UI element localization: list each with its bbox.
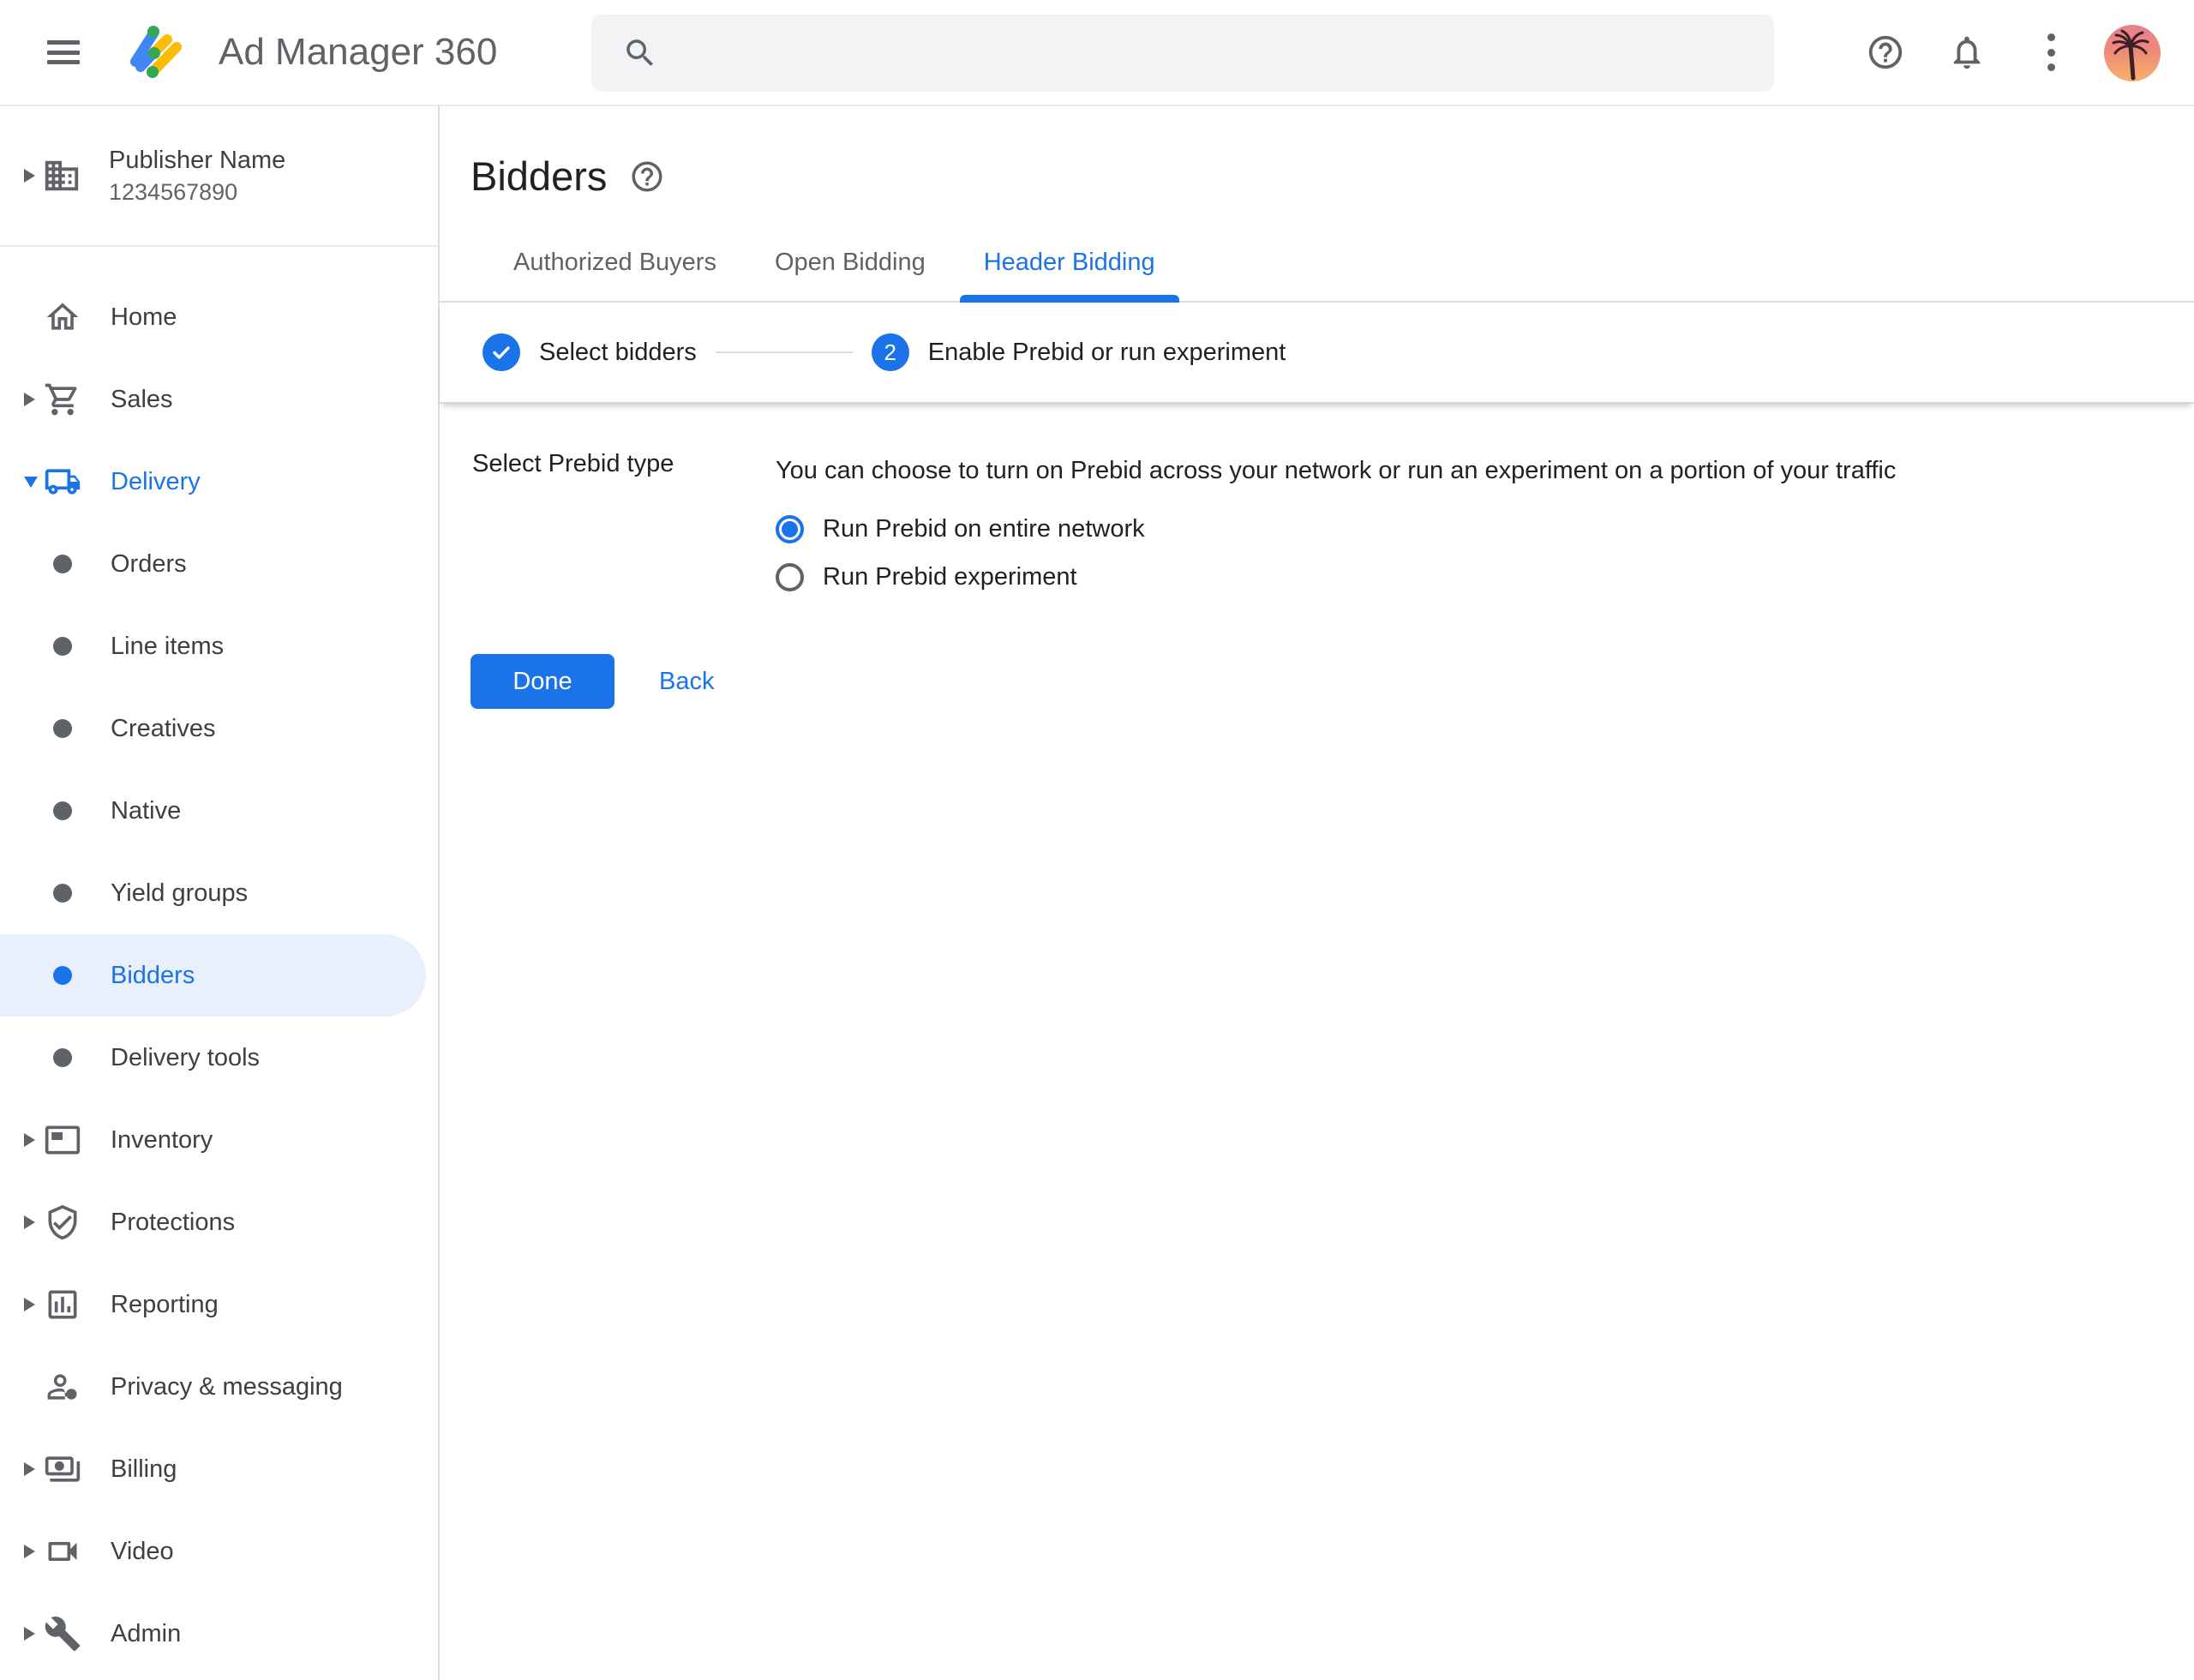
global-search-bar[interactable] [591, 15, 1774, 92]
step-1-completed-circle[interactable] [483, 333, 520, 371]
ad-manager-logo-icon [123, 17, 193, 87]
sidebar-item-orders[interactable]: Orders [0, 523, 438, 605]
publisher-name: Publisher Name [109, 147, 285, 175]
stepper: Select bidders 2 Enable Prebid or run ex… [440, 303, 2194, 404]
done-button[interactable]: Done [471, 654, 614, 709]
radio-selected-icon[interactable] [776, 515, 804, 543]
payments-icon [42, 1449, 83, 1490]
caret-right-icon [24, 1133, 35, 1147]
caret-right-icon [24, 1462, 35, 1476]
caret-right-icon [24, 1627, 35, 1641]
app-title: Ad Manager 360 [219, 31, 497, 74]
building-icon [42, 156, 81, 195]
sidebar-item-creatives[interactable]: Creatives [0, 687, 438, 770]
caret-right-icon [24, 1215, 35, 1229]
video-camera-icon [42, 1531, 83, 1572]
prebid-description: You can choose to turn on Prebid across … [776, 443, 1896, 491]
select-prebid-type-label: Select Prebid type [472, 443, 776, 601]
sidebar-item-yield-groups[interactable]: Yield groups [0, 852, 438, 934]
caret-right-icon [24, 169, 35, 183]
bullet-icon [42, 790, 83, 831]
top-app-bar: Ad Manager 360 [0, 0, 2194, 106]
truck-icon [42, 461, 83, 502]
person-shield-icon [42, 1366, 83, 1407]
bullet-icon [42, 626, 83, 667]
sidebar-item-bidders[interactable]: Bidders [0, 934, 426, 1017]
caret-right-icon [24, 393, 35, 406]
sidebar-item-delivery-tools[interactable]: Delivery tools [0, 1017, 438, 1099]
more-options-button[interactable] [2047, 33, 2055, 71]
help-button[interactable] [1866, 33, 1905, 72]
radio-run-prebid-entire-network[interactable]: Run Prebid on entire network [776, 505, 1896, 553]
web-asset-icon [42, 1119, 83, 1161]
sidebar-menu: Home Sales Delivery Orders Line items [0, 247, 438, 1675]
sidebar-item-sales[interactable]: Sales [0, 358, 438, 441]
bullet-icon [42, 955, 83, 996]
caret-right-icon [24, 1545, 35, 1558]
prebid-type-radio-group: Run Prebid on entire network Run Prebid … [776, 505, 1896, 601]
tab-open-bidding[interactable]: Open Bidding [746, 224, 955, 301]
step-1-label: Select bidders [539, 339, 697, 367]
tab-header-bidding[interactable]: Header Bidding [955, 224, 1184, 301]
sidebar-item-native[interactable]: Native [0, 770, 438, 852]
tab-authorized-buyers[interactable]: Authorized Buyers [484, 224, 746, 301]
check-icon [489, 340, 513, 364]
page-title: Bidders [471, 153, 607, 200]
wrench-icon [42, 1613, 83, 1654]
caret-right-icon [24, 1298, 35, 1311]
sidebar-item-reporting[interactable]: Reporting [0, 1263, 438, 1346]
bell-icon [1947, 33, 1987, 72]
caret-down-icon [24, 477, 38, 488]
bar-chart-icon [42, 1284, 83, 1325]
sidebar-item-admin[interactable]: Admin [0, 1593, 438, 1675]
step-connector [716, 351, 853, 353]
help-icon [1866, 33, 1905, 72]
sidebar-item-privacy-messaging[interactable]: Privacy & messaging [0, 1346, 438, 1428]
step-2-circle[interactable]: 2 [872, 333, 909, 371]
palm-tree-avatar-image [2104, 25, 2161, 81]
page-help-button[interactable] [629, 159, 665, 195]
more-vert-icon [2047, 33, 2055, 41]
step-2-label: Enable Prebid or run experiment [928, 339, 1286, 367]
bullet-icon [42, 543, 83, 585]
notifications-button[interactable] [1947, 33, 1987, 72]
home-icon [42, 297, 83, 338]
user-avatar[interactable] [2104, 25, 2161, 81]
publisher-account-switcher[interactable]: Publisher Name 1234567890 [0, 106, 438, 247]
publisher-id: 1234567890 [109, 179, 285, 206]
radio-unselected-icon[interactable] [776, 563, 804, 591]
help-icon [629, 159, 665, 195]
sidebar-item-inventory[interactable]: Inventory [0, 1099, 438, 1181]
sidebar-item-protections[interactable]: Protections [0, 1181, 438, 1263]
bullet-icon [42, 708, 83, 749]
bullet-icon [42, 873, 83, 914]
radio-run-prebid-experiment[interactable]: Run Prebid experiment [776, 553, 1896, 601]
shopping-cart-icon [42, 379, 83, 420]
search-input[interactable] [679, 39, 1748, 68]
sidebar-item-video[interactable]: Video [0, 1510, 438, 1593]
sidebar-item-home[interactable]: Home [0, 276, 438, 358]
sidebar-item-delivery[interactable]: Delivery [0, 441, 438, 523]
search-icon [622, 35, 658, 71]
back-link[interactable]: Back [659, 668, 714, 696]
sidebar-navigation: Publisher Name 1234567890 Home Sales Del… [0, 106, 440, 1680]
sidebar-item-billing[interactable]: Billing [0, 1428, 438, 1510]
hamburger-menu-button[interactable] [47, 40, 80, 64]
main-content: Bidders Authorized Buyers Open Bidding H… [440, 106, 2194, 1680]
sidebar-item-line-items[interactable]: Line items [0, 605, 438, 687]
shield-check-icon [42, 1202, 83, 1243]
bullet-icon [42, 1037, 83, 1078]
tab-bar: Authorized Buyers Open Bidding Header Bi… [440, 224, 2194, 303]
